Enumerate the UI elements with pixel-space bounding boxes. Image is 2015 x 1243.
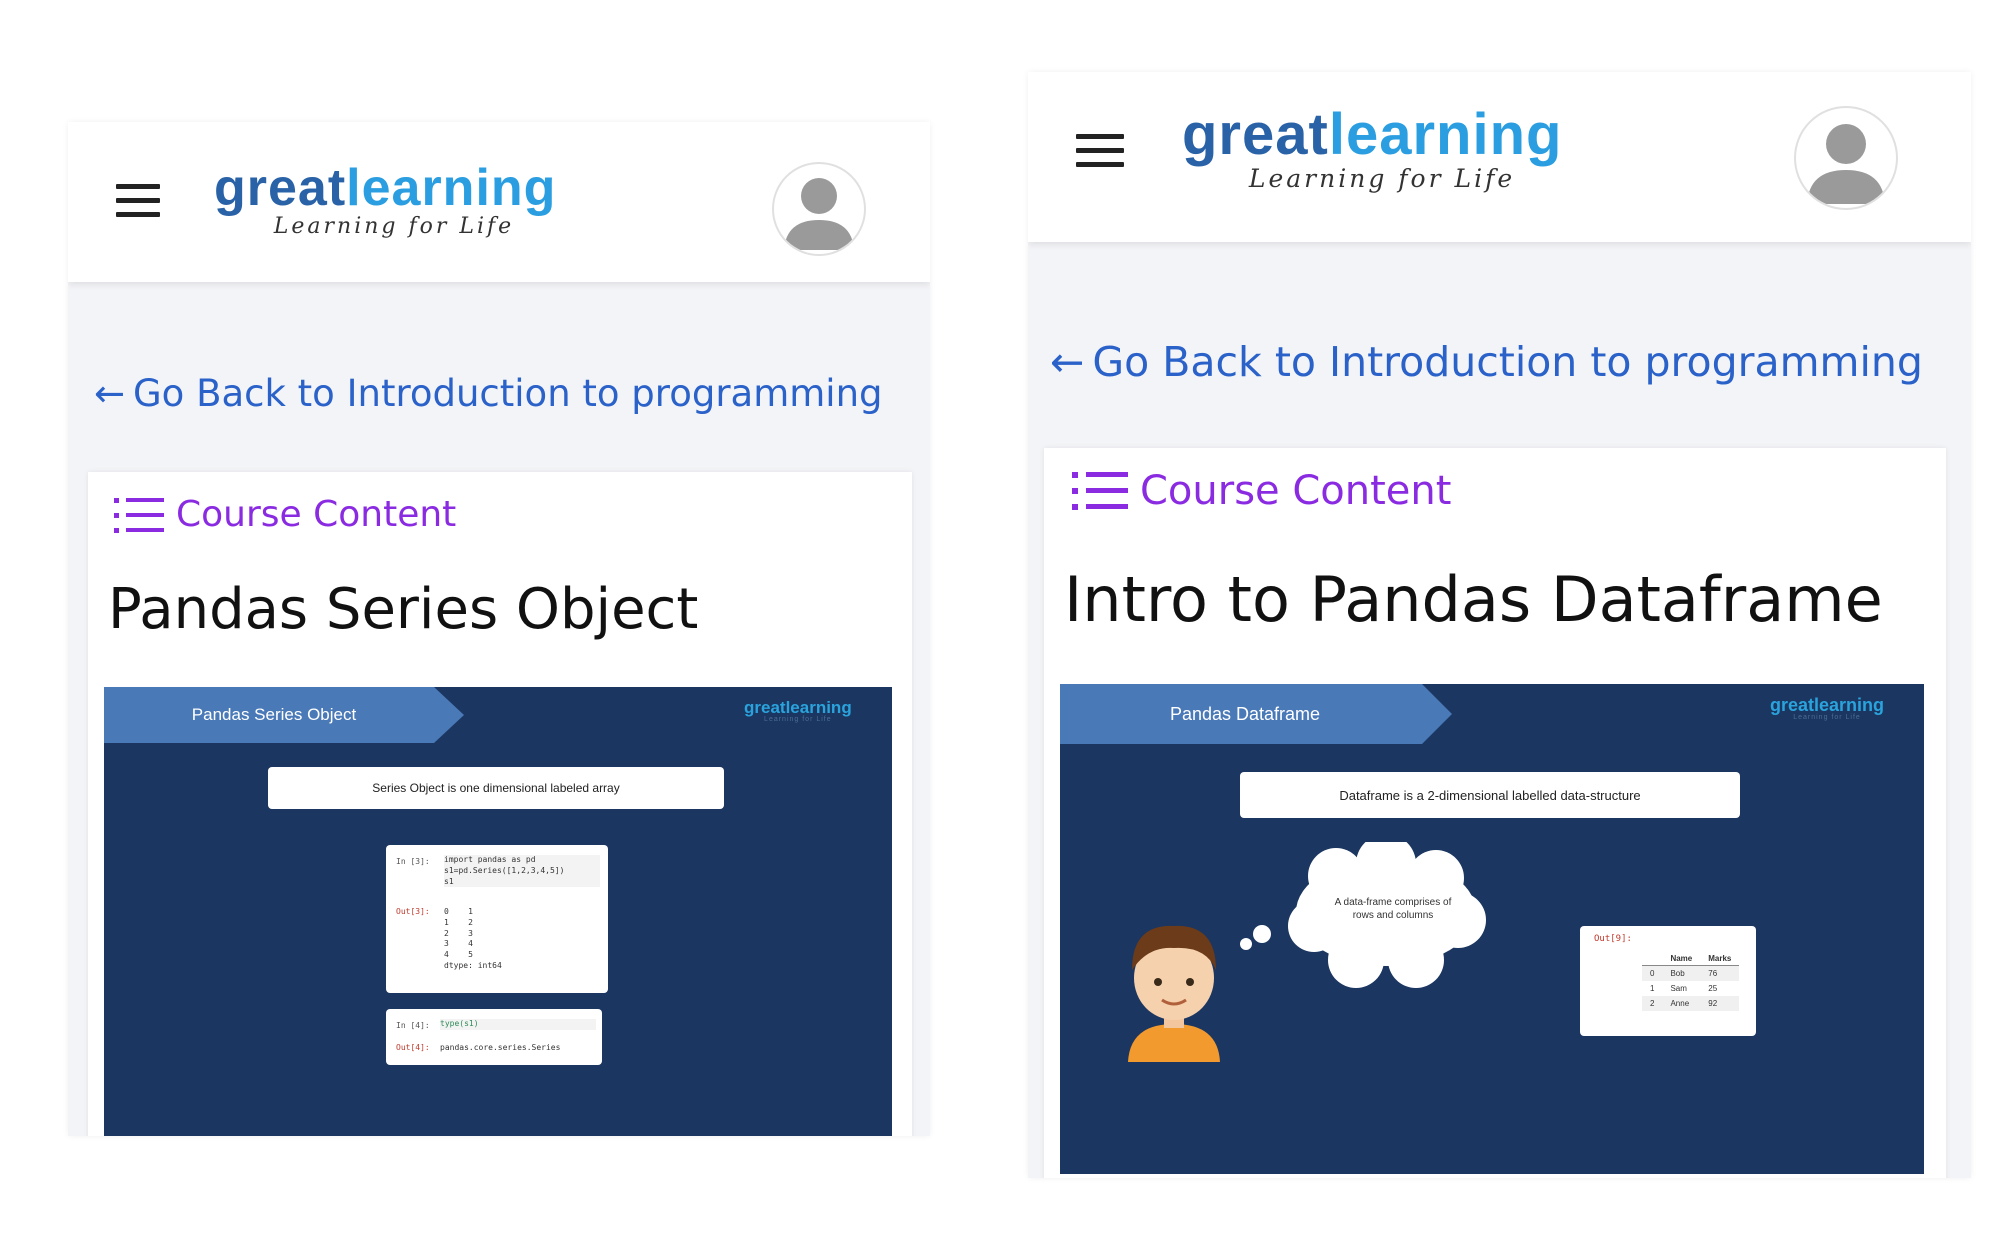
go-back-label: Go Back to Introduction to programming [133,372,883,415]
user-avatar-icon[interactable] [1794,106,1898,210]
table-row: 0 Bob 76 [1642,965,1740,981]
course-content-link[interactable]: Course Content [114,494,456,535]
table-cell: 92 [1708,999,1718,1008]
code-in-prompt: In [3]: [396,857,430,866]
logo-part-b: learning [346,159,557,217]
code-cell-type: In [4]: type(s1) Out[4]: pandas.core.ser… [386,1009,602,1065]
greatlearning-logo[interactable]: greatlearning Learning for Life [1182,106,1582,193]
table-cell: Bob [1670,969,1685,978]
course-content-label: Course Content [1140,468,1452,514]
lesson-card: Course Content Intro to Pandas Dataframe… [1044,448,1946,1178]
app-header: greatlearning Learning for Life [1028,72,1971,242]
code-out-prompt-2: Out[4]: [396,1043,430,1052]
slide-logo-tag: Learning for Life [1793,714,1861,721]
course-content-label: Course Content [176,494,457,535]
go-back-link[interactable]: ← Go Back to Introduction to programming [1050,338,1923,386]
hamburger-menu-icon[interactable] [1076,134,1124,176]
slide-banner: Pandas Dataframe [1169,703,1321,724]
course-content-link[interactable]: Course Content [1072,468,1451,514]
student-avatar-illustration [1128,925,1220,1062]
table-cell: Sam [1670,984,1687,993]
slide-banner: Pandas Series Object [191,705,357,724]
user-avatar-icon[interactable] [772,162,866,256]
logo-part-a: great [1182,102,1329,167]
lesson-slide[interactable]: Pandas Series Object greatlearning Learni… [104,687,892,1136]
code-input: import pandas as pd s1=pd.Series([1,2,3,… [444,855,600,888]
lesson-title: Intro to Pandas Dataframe [1064,563,1883,636]
lesson-card: Course Content Pandas Series Object Pand… [88,472,912,1136]
slide-logo-b: learning [1814,695,1885,715]
lesson-slide[interactable]: Pandas Dataframe greatlearning Learning f… [1060,684,1924,1174]
table-row: 2 Anne 92 [1642,996,1740,1011]
slide-logo-b: learning [785,698,852,717]
code-output: 0 1 1 2 2 3 3 4 4 5 dtype: int64 [444,907,502,970]
table-cell: 25 [1708,984,1718,993]
table-header-cell: Marks [1708,954,1732,963]
go-back-link[interactable]: ← Go Back to Introduction to programming [94,372,883,415]
table-header-row: Name Marks [1642,952,1740,966]
go-back-label: Go Back to Introduction to programming [1092,338,1923,386]
dataframe-table: Name Marks 0 Bob 76 1 Sam 25 2 Anne 92 [1642,952,1740,1011]
slide-logo-a: great [1770,695,1815,715]
code-output-2: pandas.core.series.Series [440,1043,561,1052]
code-out-prompt: Out[3]: [396,907,430,916]
table-cell: 2 [1650,999,1655,1008]
greatlearning-logo[interactable]: greatlearning Learning for Life [214,162,574,238]
slide-definition: Series Object is one dimensional labeled… [268,767,724,809]
table-cell: 0 [1650,969,1655,978]
app-header: greatlearning Learning for Life [68,122,930,282]
slide-logo: greatlearning Learning for Life [744,699,852,723]
thought-text: A data-frame comprises of rows and colum… [1334,897,1452,921]
lesson-title: Pandas Series Object [108,577,699,642]
right-screen: greatlearning Learning for Life ← Go Back… [1028,72,1971,1178]
left-screen: greatlearning Learning for Life ← Go Back… [68,122,930,1136]
slide-logo: greatlearning Learning for Life [1770,696,1884,721]
slide-logo-a: great [744,698,786,717]
logo-part-a: great [214,159,347,217]
logo-part-b: learning [1328,102,1563,167]
table-cell: Anne [1670,999,1690,1008]
table-row: 1 Sam 25 [1642,981,1739,996]
back-arrow-icon: ← [1050,338,1085,386]
dataframe-output: Out[9]: Name Marks 0 Bob 76 1 Sam 25 2 A… [1580,926,1756,1036]
logo-tagline: Learning for Life [273,214,515,239]
logo-tagline: Learning for Life [1248,164,1516,193]
table-header-cell: Name [1670,954,1693,963]
table-cell: 76 [1708,969,1718,978]
list-icon [114,497,164,533]
table-cell: 1 [1650,984,1655,993]
list-icon [1072,472,1128,510]
code-in-prompt-2: In [4]: [396,1021,430,1030]
code-cell-series: In [3]: import pandas as pd s1=pd.Series… [386,845,608,993]
out-prompt: Out[9]: [1594,934,1632,944]
table-header-cell [1642,952,1662,966]
back-arrow-icon: ← [94,372,126,415]
slide-logo-tag: Learning for Life [764,716,832,723]
hamburger-menu-icon[interactable] [116,184,160,226]
code-input-2: type(s1) [440,1019,596,1030]
slide-definition: Dataframe is a 2-dimensional labelled da… [1240,772,1740,818]
